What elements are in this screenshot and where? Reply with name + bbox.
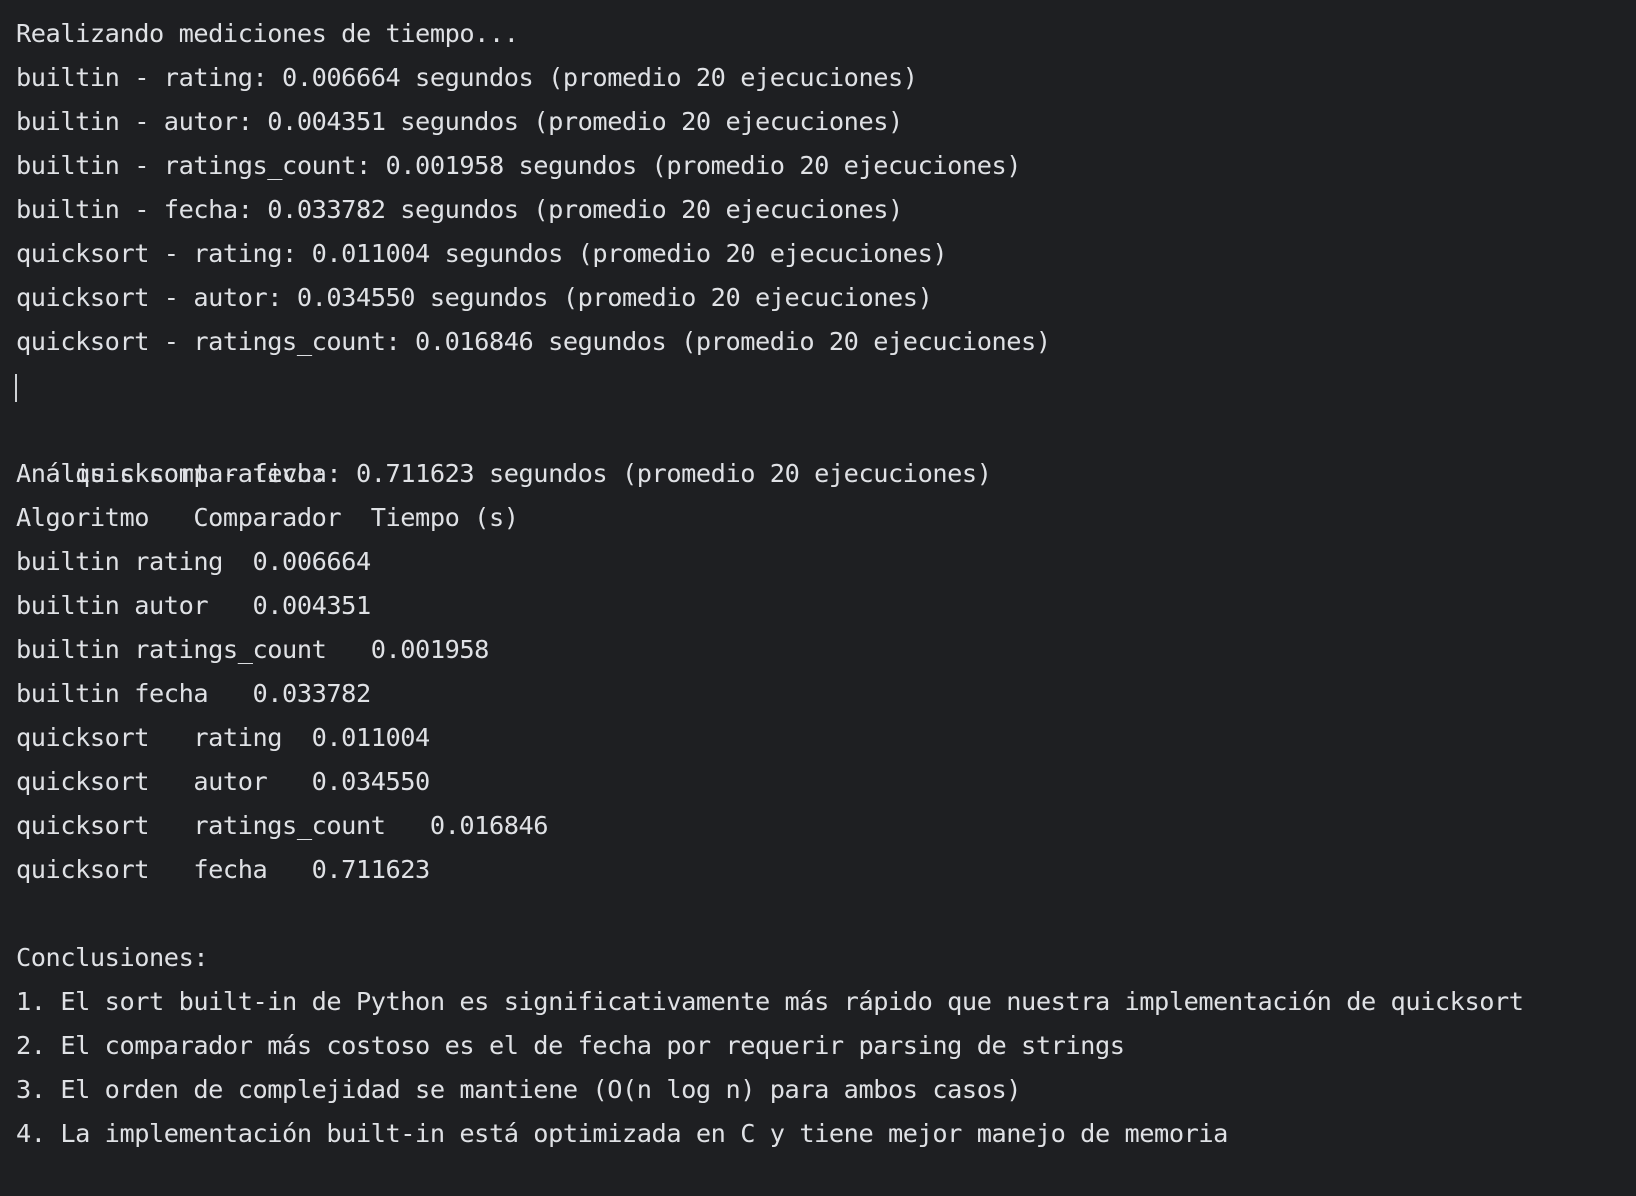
measurement-line: builtin - ratings_count: 0.001958 segund… (16, 151, 1022, 180)
measurement-line-with-caret: quicksort - fecha: 0.711623 segundos (pr… (15, 364, 1636, 488)
table-row: builtin ratings_count 0.001958 (16, 635, 489, 664)
table-row: builtin autor 0.004351 (16, 591, 371, 620)
measurement-line: quicksort - ratings_count: 0.016846 segu… (16, 327, 1051, 356)
measurement-line: quicksort - autor: 0.034550 segundos (pr… (16, 283, 933, 312)
conclusion-item: 1. El sort built-in de Python es signifi… (16, 987, 1524, 1016)
conclusion-item: 3. El orden de complejidad se mantiene (… (16, 1075, 1022, 1104)
table-row: builtin fecha 0.033782 (16, 679, 371, 708)
table-row: quicksort rating 0.011004 (16, 723, 430, 752)
measurement-line: builtin - rating: 0.006664 segundos (pro… (16, 63, 918, 92)
table-row: quicksort fecha 0.711623 (16, 855, 430, 884)
console-output[interactable]: Realizando mediciones de tiempo... built… (0, 0, 1636, 1196)
measurement-line: builtin - fecha: 0.033782 segundos (prom… (16, 195, 903, 224)
conclusion-item: 2. El comparador más costoso es el de fe… (16, 1031, 1125, 1060)
measurement-line: quicksort - rating: 0.011004 segundos (p… (16, 239, 948, 268)
conclusions-header: Conclusiones: (16, 943, 209, 972)
measure-header: Realizando mediciones de tiempo... (16, 19, 519, 48)
table-row: quicksort ratings_count 0.016846 (16, 811, 549, 840)
text-caret (15, 374, 17, 402)
table-header: Algoritmo Comparador Tiempo (s) (16, 503, 519, 532)
table-row: quicksort autor 0.034550 (16, 767, 430, 796)
analysis-header: Análisis comparativo: (16, 459, 327, 488)
conclusion-item: 4. La implementación built-in está optim… (16, 1119, 1228, 1148)
table-row: builtin rating 0.006664 (16, 547, 371, 576)
measurement-line: builtin - autor: 0.004351 segundos (prom… (16, 107, 903, 136)
